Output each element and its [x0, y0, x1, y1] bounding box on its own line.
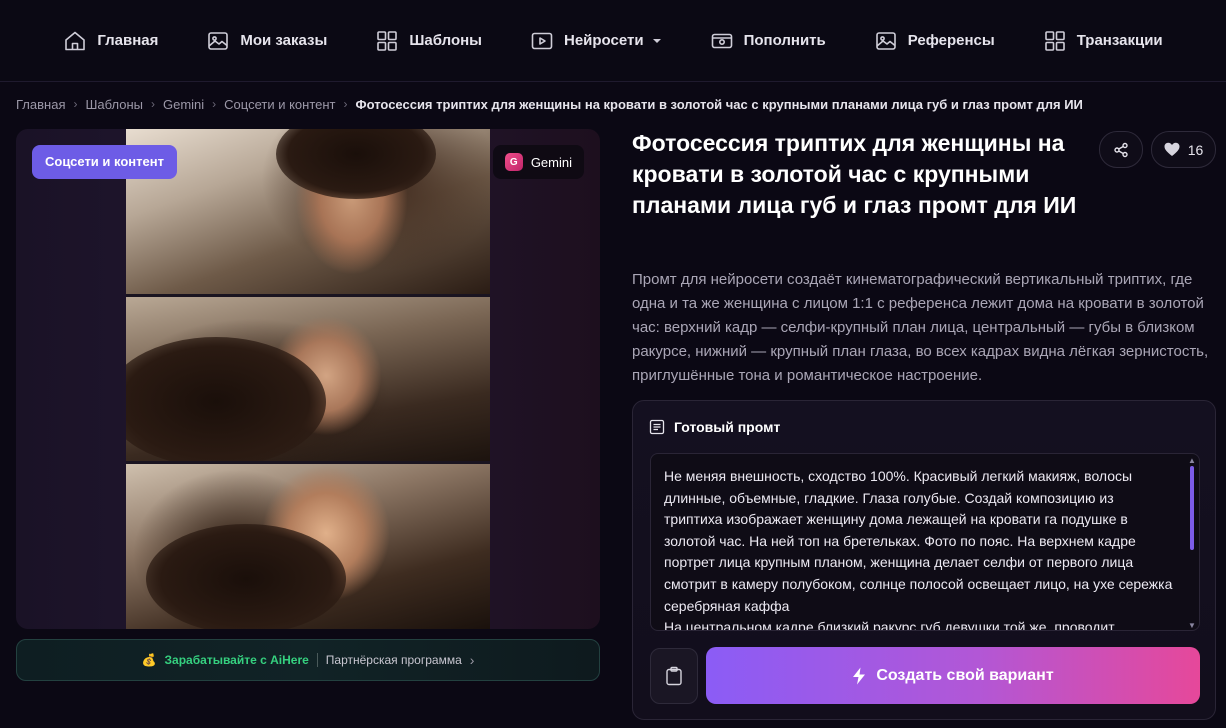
breadcrumb-link-home[interactable]: Главная [16, 97, 65, 112]
hair-shape [126, 336, 326, 462]
nav-item-templates[interactable]: Шаблоны [351, 21, 506, 61]
create-variant-label: Создать свой вариант [876, 666, 1054, 684]
money-bag-icon: 💰 [141, 653, 157, 667]
template-description: Промт для нейросети создаёт кинематограф… [632, 271, 1209, 384]
heart-icon [1164, 142, 1180, 156]
nav-item-top-up[interactable]: Пополнить [686, 21, 850, 61]
scroll-up-icon[interactable]: ▲ [1188, 456, 1196, 465]
like-button[interactable]: 16 [1151, 131, 1216, 168]
breadcrumb-separator-icon: › [150, 97, 155, 111]
chevron-down-icon [652, 38, 661, 43]
prompt-card: Готовый промт Не меняя внешность, сходст… [632, 400, 1216, 720]
breadcrumb-separator-icon: › [212, 97, 217, 111]
play-icon [531, 32, 553, 49]
wallet-icon [711, 33, 732, 48]
prompt-header: Готовый промт [649, 419, 780, 435]
model-badge: G Gemini [492, 145, 584, 179]
affiliate-banner[interactable]: 💰 Зарабатывайте с AiHere Партнёрская про… [16, 639, 600, 681]
copy-prompt-button[interactable] [650, 648, 698, 704]
nav-item-home[interactable]: Главная [39, 21, 182, 61]
grid-icon [1044, 30, 1065, 51]
nav-item-label: Мои заказы [240, 32, 328, 49]
breadcrumb-link-category[interactable]: Соцсети и контент [224, 97, 335, 112]
template-image-panel: Соцсети и контент G Gemini [16, 129, 600, 629]
share-icon [1114, 142, 1128, 157]
share-button[interactable] [1099, 131, 1143, 168]
nav-item-orders[interactable]: Мои заказы [182, 21, 351, 61]
scrollbar-thumb[interactable] [1190, 466, 1194, 550]
triptych-frame-middle [126, 296, 490, 462]
breadcrumb-separator-icon: › [73, 97, 78, 111]
breadcrumb-separator-icon: › [343, 97, 348, 111]
top-nav: Главная Мои заказы Шаблоны Нейросети Поп… [0, 0, 1226, 82]
prompt-scrollbar[interactable]: ▲ ▼ [1185, 454, 1199, 630]
lightning-icon [853, 667, 866, 684]
affiliate-earn-text: Зарабатывайте с AiHere [164, 653, 309, 667]
category-badge[interactable]: Соцсети и контент [32, 145, 177, 179]
clipboard-icon [666, 666, 682, 686]
breadcrumb-link-templates[interactable]: Шаблоны [85, 97, 143, 112]
create-variant-button[interactable]: Создать свой вариант [706, 647, 1200, 704]
home-icon [65, 31, 86, 50]
triptych-frame-bottom [126, 464, 490, 629]
like-count: 16 [1187, 141, 1204, 158]
breadcrumb-link-gemini[interactable]: Gemini [163, 97, 204, 112]
model-badge-label: Gemini [530, 154, 572, 170]
triptych-image[interactable] [126, 129, 490, 629]
hair-shape [276, 129, 436, 199]
nav-item-label: Главная [97, 32, 159, 49]
affiliate-program-text: Партнёрская программа [325, 653, 462, 667]
nav-item-label: Референсы [907, 32, 995, 49]
scroll-down-icon[interactable]: ▼ [1188, 621, 1196, 630]
nav-item-label: Пополнить [743, 32, 826, 49]
prompt-text: Не меняя внешность, сходство 100%. Краси… [664, 468, 1173, 631]
nav-item-label: Транзакции [1076, 32, 1163, 49]
gemini-icon: G [504, 153, 523, 171]
nav-item-label: Шаблоны [409, 32, 482, 49]
nav-item-references[interactable]: Референсы [850, 21, 1019, 61]
nav-item-transactions[interactable]: Транзакции [1019, 21, 1187, 61]
nav-item-label: Нейросети [563, 32, 644, 49]
divider [316, 653, 318, 667]
prompt-textarea[interactable]: Не меняя внешность, сходство 100%. Краси… [650, 453, 1200, 631]
hair-shape [146, 524, 346, 629]
breadcrumb-current: Фотосессия триптих для женщины на кроват… [355, 96, 1083, 112]
triptych-frame-top [126, 129, 490, 294]
document-icon [649, 419, 665, 435]
page-title: Фотосессия триптих для женщины на кроват… [632, 130, 1077, 218]
grid-icon [377, 30, 398, 51]
breadcrumb: Главная › Шаблоны › Gemini › Соцсети и к… [16, 95, 1083, 113]
nav-item-neural-networks[interactable]: Нейросети [506, 21, 686, 61]
image-icon [208, 31, 229, 50]
chevron-right-icon: › [469, 652, 475, 668]
prompt-header-label: Готовый промт [674, 419, 781, 435]
picture-icon [875, 31, 896, 50]
